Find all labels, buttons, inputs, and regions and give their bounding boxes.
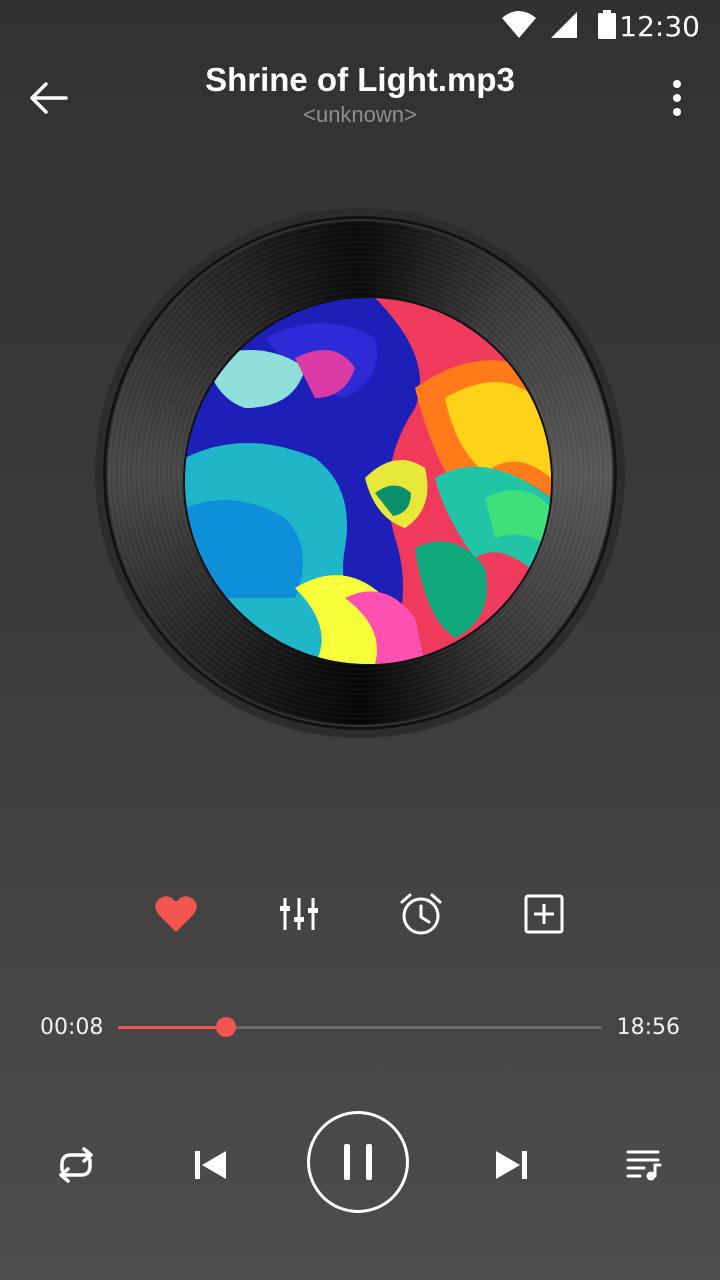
- battery-icon: [597, 10, 617, 45]
- back-button[interactable]: [22, 72, 74, 124]
- status-bar: 12:30: [0, 0, 720, 50]
- vinyl-disc: [95, 208, 625, 738]
- seek-bar-row: 00:08 18:56: [0, 1005, 720, 1051]
- song-artist: <unknown>: [303, 102, 417, 127]
- previous-button[interactable]: [186, 1140, 236, 1190]
- heart-icon: [155, 896, 197, 932]
- current-time: 00:08: [40, 1015, 104, 1040]
- alarm-icon: [400, 893, 442, 935]
- favorite-button[interactable]: [144, 882, 208, 946]
- queue-icon: [626, 1150, 662, 1181]
- equalizer-icon: [280, 898, 318, 930]
- equalizer-button[interactable]: [267, 882, 331, 946]
- seek-bar-thumb[interactable]: [215, 1017, 236, 1037]
- track-info: Shrine of Light.mp3 <unknown>: [110, 58, 610, 128]
- next-button[interactable]: [486, 1140, 536, 1190]
- status-time: 12:30: [619, 10, 700, 43]
- repeat-icon: [59, 1147, 93, 1183]
- play-pause-button[interactable]: [307, 1111, 409, 1213]
- queue-button[interactable]: [618, 1140, 670, 1190]
- more-options-button[interactable]: [662, 72, 692, 124]
- sleep-timer-button[interactable]: [389, 882, 453, 946]
- seek-bar-progress: [118, 1026, 226, 1029]
- action-row: [0, 882, 720, 946]
- seek-bar[interactable]: [118, 1017, 602, 1037]
- repeat-button[interactable]: [48, 1140, 104, 1190]
- more-vert-icon: [673, 80, 681, 116]
- total-time: 18:56: [616, 1015, 680, 1040]
- album-art: [185, 298, 551, 664]
- toolbar: Shrine of Light.mp3 <unknown>: [0, 50, 720, 140]
- playback-controls: [0, 1110, 720, 1220]
- add-to-playlist-icon: [524, 894, 564, 934]
- add-to-playlist-button[interactable]: [512, 882, 576, 946]
- song-title: Shrine of Light.mp3: [205, 61, 515, 98]
- signal-icon: [549, 10, 579, 45]
- wifi-icon: [502, 10, 536, 45]
- next-icon: [496, 1151, 527, 1179]
- arrow-back-icon: [30, 82, 68, 114]
- previous-icon: [195, 1151, 226, 1179]
- pause-icon: [344, 1144, 372, 1180]
